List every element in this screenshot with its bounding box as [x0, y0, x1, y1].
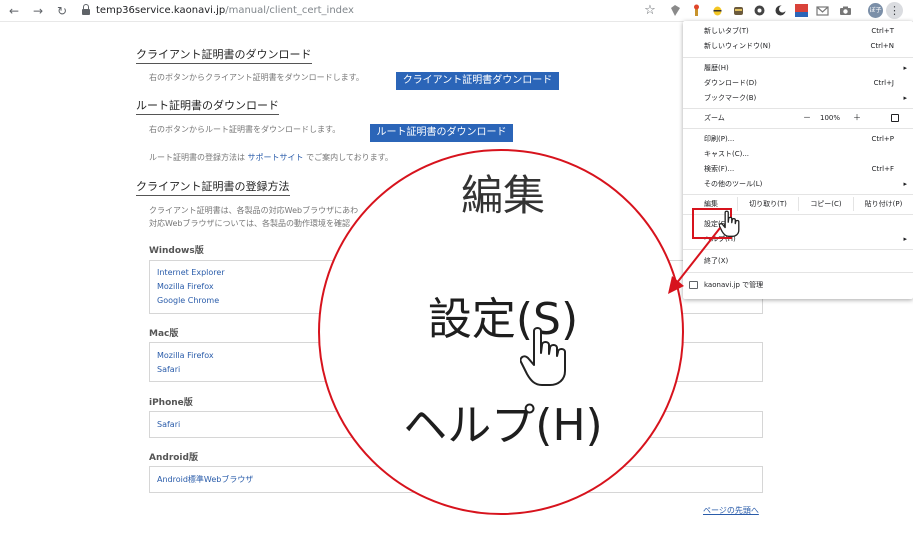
submenu-arrow-icon: ▸ — [903, 180, 907, 188]
client-cert-download-button[interactable]: クライアント証明書ダウンロード — [396, 72, 559, 90]
profile-avatar[interactable]: ぼ子 — [868, 3, 883, 18]
menu-item-label: 検索(F)... — [704, 165, 735, 173]
edit-copy-button[interactable]: コピー(C) — [798, 197, 853, 211]
bookmark-star-icon[interactable]: ☆ — [642, 3, 658, 19]
url-host: temp36service.kaonavi.jp — [96, 5, 226, 16]
zoom-callout: 編集 設定(S) ヘルプ(H) — [318, 149, 684, 515]
menu-item-label: 履歴(H) — [704, 64, 729, 72]
zoom-in-button[interactable]: ＋ — [853, 111, 861, 125]
menu-item-cast[interactable]: キャスト(C)... — [683, 147, 913, 161]
callout-edit-text: 編集 — [460, 171, 545, 220]
menu-item-label: キャスト(C)... — [704, 150, 750, 158]
callout-settings-text: 設定(S) — [427, 294, 579, 345]
bee-icon[interactable] — [710, 3, 725, 18]
callout-help-text: ヘルプ(H) — [403, 400, 603, 451]
camera-icon[interactable] — [838, 3, 853, 18]
root-cert-download-heading: ルート証明書のダウンロード — [136, 99, 279, 115]
menu-item-new-window[interactable]: 新しいウィンドウ(N) Ctrl+N — [683, 39, 913, 53]
browser-link[interactable]: Safari — [157, 420, 180, 430]
mail-icon[interactable] — [815, 3, 830, 18]
browser-link[interactable]: Mozilla Firefox — [157, 351, 214, 361]
chrome-menu-button[interactable]: ⋮ — [886, 2, 903, 19]
menu-item-downloads[interactable]: ダウンロード(D) Ctrl+J — [683, 76, 913, 90]
menu-item-find[interactable]: 検索(F)... Ctrl+F — [683, 162, 913, 176]
page-top-link[interactable]: ページの先頭へ — [703, 506, 759, 516]
edit-cut-button[interactable]: 切り取り(T) — [737, 197, 798, 211]
zoom-level: 100% — [820, 114, 841, 122]
browser-link[interactable]: Safari — [157, 365, 180, 375]
menu-item-print[interactable]: 印刷(P)... Ctrl+P — [683, 132, 913, 146]
root-cert-note-prefix: ルート証明書の登録方法は — [149, 153, 245, 162]
submenu-arrow-icon: ▸ — [903, 64, 907, 72]
os-group-title: Android版 — [149, 453, 198, 463]
gem-icon[interactable] — [668, 3, 683, 18]
address-bar[interactable]: temp36service.kaonavi.jp/manual/client_c… — [96, 4, 354, 18]
submenu-arrow-icon: ▸ — [903, 235, 907, 243]
zoom-out-button[interactable]: － — [803, 111, 811, 125]
menu-item-shortcut: Ctrl+T — [871, 27, 894, 35]
new-badge-icon[interactable] — [794, 3, 809, 18]
os-group-title: Mac版 — [149, 329, 179, 339]
client-cert-download-heading: クライアント証明書のダウンロード — [136, 48, 312, 64]
url-path: /manual/client_cert_index — [225, 5, 354, 16]
menu-divider — [683, 194, 913, 195]
menu-item-label: 新しいウィンドウ(N) — [704, 42, 771, 50]
root-cert-download-button[interactable]: ルート証明書のダウンロード — [370, 124, 513, 142]
menu-item-shortcut: Ctrl+F — [871, 165, 894, 173]
reload-button[interactable]: ↻ — [54, 3, 70, 19]
forward-button[interactable]: → — [30, 3, 46, 19]
moon-icon[interactable] — [773, 3, 788, 18]
client-cert-download-desc: 右のボタンからクライアント証明書をダウンロードします。 — [149, 73, 364, 82]
menu-item-new-tab[interactable]: 新しいタブ(T) Ctrl+T — [683, 24, 913, 38]
support-site-link[interactable]: サポートサイト — [248, 153, 304, 162]
fullscreen-icon[interactable] — [891, 114, 899, 122]
menu-item-label: ダウンロード(D) — [704, 79, 757, 87]
menu-item-bookmarks[interactable]: ブックマーク(B) ▸ — [683, 91, 913, 105]
squirrel-icon[interactable] — [731, 3, 746, 18]
menu-item-label: 印刷(P)... — [704, 135, 735, 143]
menu-item-more-tools[interactable]: その他のツール(L) ▸ — [683, 177, 913, 191]
root-cert-note-suffix: でご案内しております。 — [306, 153, 393, 162]
menu-item-label: ズーム — [704, 114, 725, 122]
browser-link[interactable]: Internet Explorer — [157, 268, 225, 278]
lock-icon[interactable] — [82, 4, 90, 17]
root-cert-note: ルート証明書の登録方法は サポートサイト でご案内しております。 — [149, 153, 393, 163]
back-button[interactable]: ← — [6, 3, 22, 19]
menu-item-shortcut: Ctrl+P — [871, 135, 894, 143]
menu-item-zoom: ズーム － 100% ＋ — [683, 111, 913, 125]
client-cert-register-heading: クライアント証明書の登録方法 — [136, 180, 290, 196]
browser-link[interactable]: Google Chrome — [157, 296, 219, 306]
menu-item-shortcut: Ctrl+J — [873, 79, 894, 87]
torch-icon[interactable] — [689, 3, 704, 18]
hand-cursor-icon — [520, 327, 566, 386]
browser-link[interactable]: Android標準Webブラウザ — [157, 475, 253, 485]
menu-item-label: その他のツール(L) — [704, 180, 763, 188]
callout-pointer-arrow — [668, 227, 721, 294]
edit-paste-button[interactable]: 貼り付け(P) — [853, 197, 913, 211]
os-group-title: iPhone版 — [149, 398, 193, 408]
browser-toolbar: ← → ↻ temp36service.kaonavi.jp/manual/cl… — [0, 0, 913, 22]
circle-icon[interactable] — [752, 3, 767, 18]
root-cert-download-desc: 右のボタンからルート証明書をダウンロードします。 — [149, 125, 341, 134]
menu-item-label: ブックマーク(B) — [704, 94, 757, 102]
menu-item-history[interactable]: 履歴(H) ▸ — [683, 61, 913, 75]
menu-divider — [683, 57, 913, 58]
menu-divider — [683, 128, 913, 129]
submenu-arrow-icon: ▸ — [903, 94, 907, 102]
browser-link[interactable]: Mozilla Firefox — [157, 282, 214, 292]
menu-item-shortcut: Ctrl+N — [870, 42, 894, 50]
menu-divider — [683, 108, 913, 109]
menu-item-label: 新しいタブ(T) — [704, 27, 749, 35]
os-group-title: Windows版 — [149, 246, 204, 256]
